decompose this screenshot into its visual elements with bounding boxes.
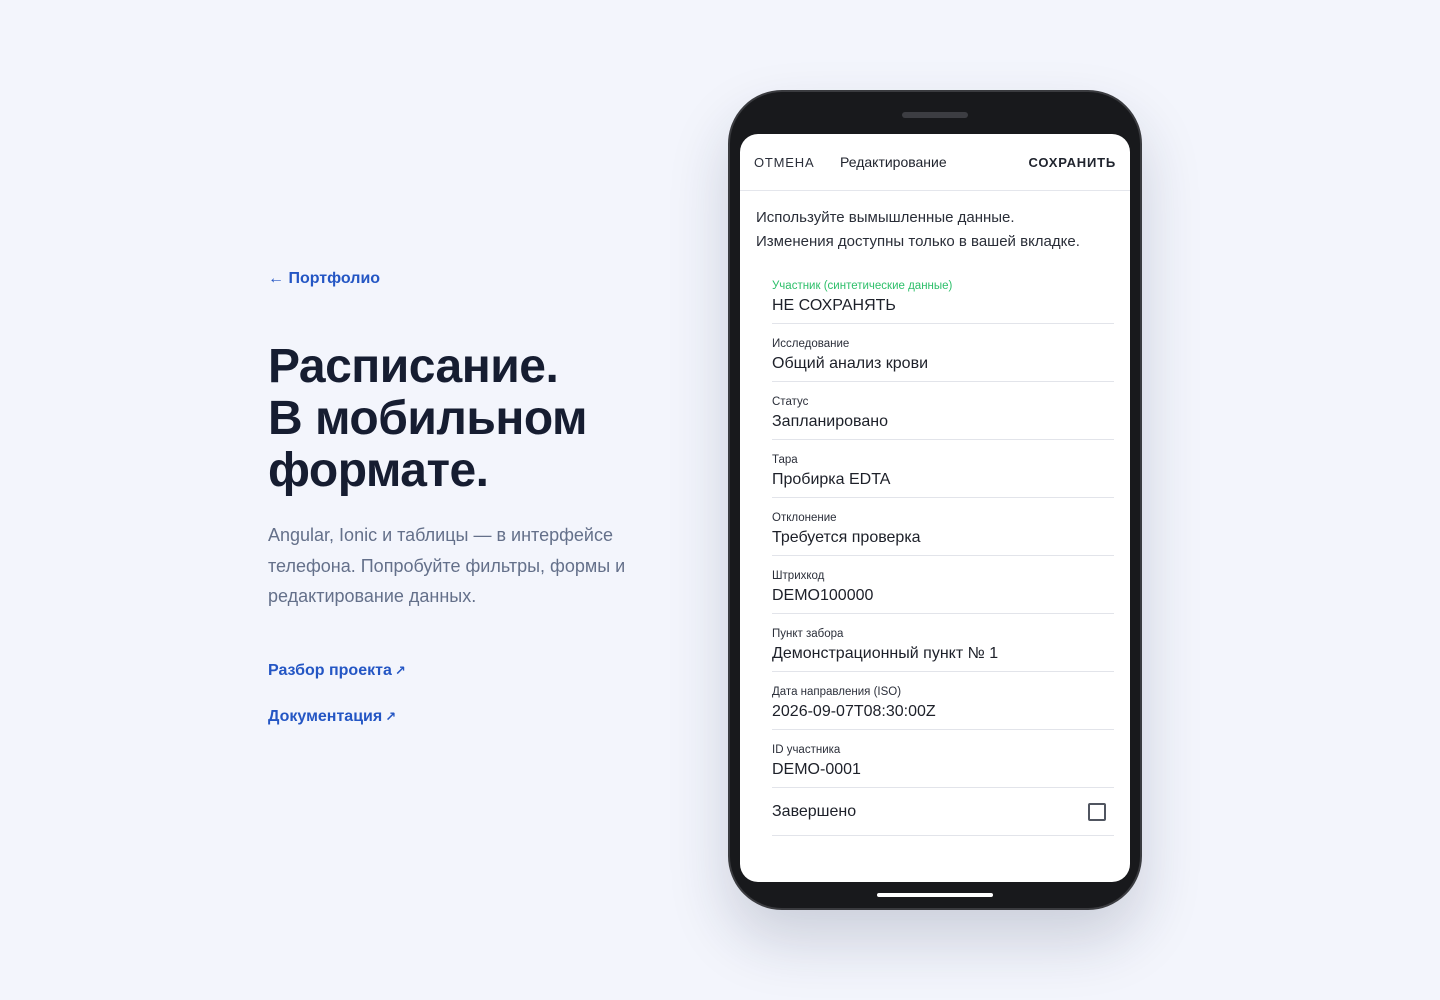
project-breakdown-link[interactable]: Разбор проекта ↗ (268, 662, 406, 680)
edit-toolbar: ОТМЕНА Редактирование СОХРАНИТЬ (740, 134, 1130, 191)
completed-row[interactable]: Завершено (772, 788, 1114, 836)
barcode-field[interactable]: Штрихкод DEMO100000 (772, 557, 1114, 614)
link-label: Разбор проекта (268, 662, 392, 679)
field-label: Статус (772, 396, 809, 408)
field-value[interactable]: Пробирка EDTA (772, 471, 890, 489)
save-button[interactable]: СОХРАНИТЬ (1029, 155, 1117, 170)
cancel-button[interactable]: ОТМЕНА (754, 155, 814, 170)
field-value[interactable]: DEMO100000 (772, 587, 873, 605)
referral-date-field[interactable]: Дата направления (ISO) 2026-09-07T08:30:… (772, 673, 1114, 730)
completed-checkbox[interactable] (1088, 803, 1106, 821)
field-value[interactable]: НЕ СОХРАНЯТЬ (772, 297, 896, 315)
completed-label: Завершено (772, 803, 857, 820)
field-label: Исследование (772, 338, 850, 350)
field-value[interactable]: 2026-09-07T08:30:00Z (772, 703, 936, 721)
participant-field[interactable]: Участник (синтетические данные) НЕ СОХРА… (772, 267, 1114, 324)
field-label: Тара (772, 454, 798, 466)
documentation-link[interactable]: Документация ↗ (268, 708, 396, 726)
edit-form: Участник (синтетические данные) НЕ СОХРА… (772, 267, 1114, 836)
field-label: ID участника (772, 744, 841, 756)
participant-id-field[interactable]: ID участника DEMO-0001 (772, 731, 1114, 788)
external-arrow-icon: ↗ (385, 709, 397, 724)
field-label: Штрихкод (772, 570, 825, 582)
link-label: Документация (268, 708, 383, 725)
phone-screen: ОТМЕНА Редактирование СОХРАНИТЬ Использу… (740, 134, 1130, 882)
field-label: Участник (синтетические данные) (772, 280, 953, 292)
field-value[interactable]: Запланировано (772, 413, 888, 431)
notice-line: Изменения доступны только в вашей вкладк… (756, 233, 1080, 250)
field-value[interactable]: Общий анализ крови (772, 355, 928, 373)
field-label: Пункт забора (772, 628, 844, 640)
external-arrow-icon: ↗ (394, 663, 406, 678)
status-field[interactable]: Статус Запланировано (772, 383, 1114, 440)
lead-text: Angular, Ionic и таблицы — в интерфейсе … (268, 525, 626, 606)
page-headline: Расписание. В мобильном формате. (268, 340, 588, 497)
back-to-portfolio-link[interactable]: ← Портфолио (268, 270, 380, 288)
toolbar-title: Редактирование (840, 154, 947, 170)
headline-line: В мобильном (268, 392, 588, 445)
headline-line: формате. (268, 444, 489, 497)
speaker-notch (902, 112, 968, 118)
container-field[interactable]: Тара Пробирка EDTA (772, 441, 1114, 498)
form-notice: Используйте вымышленные данные. Изменени… (756, 206, 1080, 254)
field-value[interactable]: Демонстрационный пункт № 1 (772, 645, 998, 663)
home-indicator (877, 893, 993, 897)
deviation-field[interactable]: Отклонение Требуется проверка (772, 499, 1114, 556)
field-value[interactable]: Требуется проверка (772, 529, 921, 547)
field-label: Дата направления (ISO) (772, 686, 902, 698)
notice-line: Используйте вымышленные данные. (756, 209, 1015, 226)
field-value[interactable]: DEMO-0001 (772, 761, 861, 779)
headline-line: Расписание. (268, 340, 559, 393)
field-label: Отклонение (772, 512, 837, 524)
collection-point-field[interactable]: Пункт забора Демонстрационный пункт № 1 (772, 615, 1114, 672)
study-field[interactable]: Исследование Общий анализ крови (772, 325, 1114, 382)
phone-mockup: ОТМЕНА Редактирование СОХРАНИТЬ Использу… (728, 90, 1142, 910)
